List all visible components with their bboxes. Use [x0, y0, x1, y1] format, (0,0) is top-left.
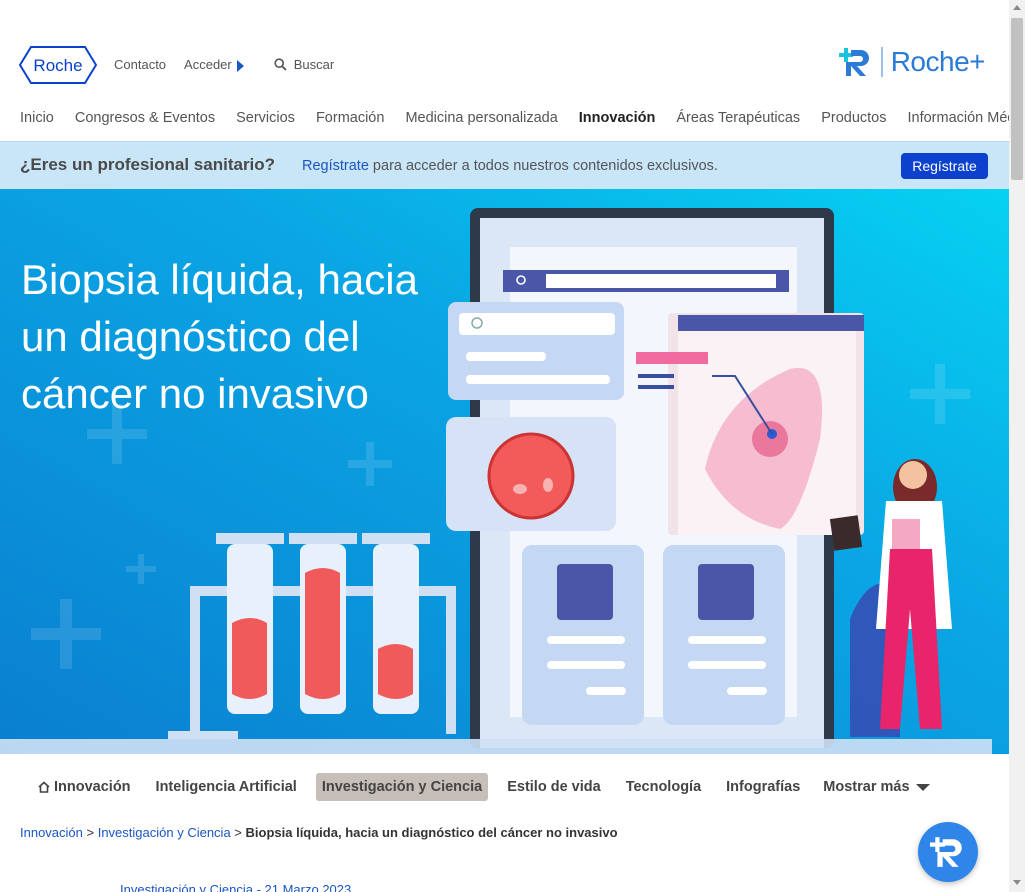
- login-link[interactable]: Acceder: [184, 57, 244, 72]
- nav-item-medicina[interactable]: Medicina personalizada: [405, 110, 557, 126]
- tab-estilo-de-vida[interactable]: Estilo de vida: [501, 773, 606, 801]
- nav-item-formacion[interactable]: Formación: [316, 110, 385, 126]
- tab-label: Innovación: [54, 779, 131, 795]
- banner-question: ¿Eres un profesional sanitario?: [20, 155, 276, 174]
- roche-logo-text: Roche: [33, 56, 82, 75]
- tab-innovacion[interactable]: Innovación: [32, 773, 137, 801]
- caret-right-icon: [236, 59, 244, 72]
- scroll-up-icon[interactable]: [1013, 5, 1021, 10]
- search-icon: [274, 58, 287, 71]
- rocheplus-r-icon: [930, 837, 962, 867]
- breadcrumb-current: Biopsia líquida, hacia un diagnóstico de…: [245, 825, 618, 840]
- nav-item-inicio[interactable]: Inicio: [20, 110, 54, 126]
- page: Roche Contacto Acceder Buscar Roche+ Ini…: [0, 0, 1009, 892]
- tab-tecnologia[interactable]: Tecnología: [620, 773, 707, 801]
- login-label: Acceder: [184, 57, 232, 72]
- breadcrumb-sep: >: [82, 825, 98, 840]
- banner-register-link[interactable]: Regístrate: [302, 158, 369, 174]
- rocheplus-logo[interactable]: Roche+: [838, 46, 986, 78]
- main-nav: Inicio Congresos & Eventos Servicios For…: [20, 110, 1009, 126]
- rocheplus-fab-button[interactable]: [918, 822, 978, 882]
- article-meta: Investigación y Ciencia - 21 Marzo 2023: [120, 882, 352, 892]
- scrollbar-thumb[interactable]: [1011, 18, 1023, 180]
- breadcrumb: Innovación > Investigación y Ciencia > B…: [20, 825, 618, 840]
- home-icon: [38, 781, 50, 793]
- chevron-down-icon: [915, 783, 930, 791]
- breadcrumb-root[interactable]: Innovación: [20, 825, 83, 840]
- search-label: Buscar: [293, 57, 335, 72]
- banner-rest-text: para acceder a todos nuestros contenidos…: [368, 158, 718, 174]
- roche-logo[interactable]: Roche: [19, 45, 97, 85]
- nav-item-innovacion[interactable]: Innovación: [579, 110, 656, 126]
- show-more-button[interactable]: Mostrar más: [823, 779, 930, 795]
- nav-item-areas[interactable]: Áreas Terapéuticas: [676, 110, 800, 126]
- nav-item-informacion[interactable]: Información Médica: [907, 110, 1009, 126]
- contact-link[interactable]: Contacto: [114, 57, 166, 72]
- hero-title: Biopsia líquida, hacia un diagnóstico de…: [21, 256, 418, 417]
- register-banner: ¿Eres un profesional sanitario? Regístra…: [0, 141, 1009, 189]
- banner-text: Regístrate para acceder a todos nuestros…: [302, 158, 718, 174]
- scroll-down-icon[interactable]: [1013, 880, 1021, 885]
- tab-infografias[interactable]: Infografías: [720, 773, 806, 801]
- category-tabs: Innovación Inteligencia Artificial Inves…: [32, 773, 930, 801]
- top-links: Contacto Acceder Buscar: [114, 57, 334, 72]
- tab-inteligencia-artificial[interactable]: Inteligencia Artificial: [150, 773, 303, 801]
- nav-item-servicios[interactable]: Servicios: [236, 110, 295, 126]
- register-button[interactable]: Regístrate: [901, 153, 988, 179]
- search-button[interactable]: Buscar: [274, 57, 334, 72]
- rocheplus-text: Roche+: [890, 46, 986, 77]
- breadcrumb-parent[interactable]: Investigación y Ciencia: [98, 825, 231, 840]
- scrollbar[interactable]: [1009, 0, 1025, 892]
- tab-investigacion-ciencia[interactable]: Investigación y Ciencia: [315, 773, 489, 801]
- nav-item-productos[interactable]: Productos: [821, 110, 886, 126]
- breadcrumb-sep: >: [230, 825, 246, 840]
- rocheplus-r-icon: [838, 48, 869, 76]
- nav-item-congresos[interactable]: Congresos & Eventos: [75, 110, 215, 126]
- rocheplus-divider: [880, 47, 883, 77]
- show-more-label: Mostrar más: [823, 779, 910, 795]
- hero-image: Biopsia líquida, hacia un diagnóstico de…: [0, 189, 1009, 754]
